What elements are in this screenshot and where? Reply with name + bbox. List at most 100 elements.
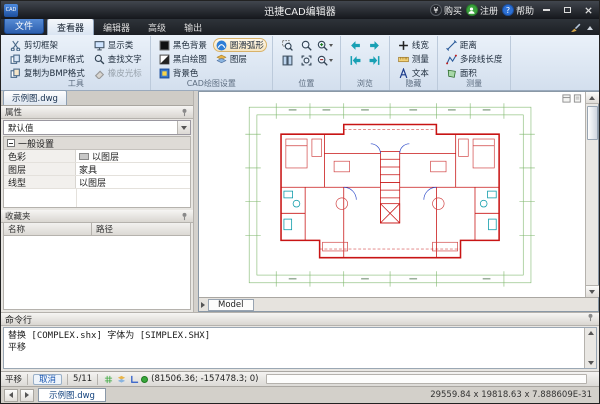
tab-scroll-icon[interactable]: [201, 302, 205, 308]
zoom-extents-button[interactable]: [297, 53, 316, 68]
model-tab[interactable]: Model: [208, 299, 254, 311]
property-row-layer[interactable]: 图层 家具: [4, 163, 190, 176]
pin-icon[interactable]: [586, 313, 595, 322]
command-output[interactable]: 替换 [COMPLEX.shx] 字体为 [SIMPLEX.SHX] 平移: [3, 327, 597, 369]
zoom-dynamic-icon: [301, 40, 312, 51]
copy-emf-button[interactable]: 复制为EMF格式: [7, 52, 88, 66]
close-button[interactable]: [580, 4, 597, 17]
layers-status-button[interactable]: [116, 374, 127, 385]
zoom-dynamic-button[interactable]: [297, 38, 316, 53]
favorites-list[interactable]: [3, 236, 191, 310]
find-text-button[interactable]: 查找文字: [91, 52, 145, 66]
first-view-button[interactable]: [346, 53, 365, 68]
tab-output[interactable]: 输出: [175, 19, 211, 35]
find-text-label: 查找文字: [108, 53, 142, 65]
zoom-window-button[interactable]: [278, 38, 297, 53]
ribbon-group-position: 位置: [273, 36, 341, 90]
maximize-button[interactable]: [559, 4, 576, 17]
smooth-arc-toggle[interactable]: 圆滑弧形: [213, 38, 267, 52]
display-icon: [94, 40, 105, 51]
prev-view-button[interactable]: [346, 38, 365, 53]
next-view-button[interactable]: [365, 38, 384, 53]
copy-emf-icon: [10, 54, 21, 65]
bg-color-icon: [159, 68, 170, 79]
zoom-extents-icon: [301, 55, 312, 66]
ribbon-group-browse: 浏览: [341, 36, 390, 90]
preset-dropdown-button[interactable]: [177, 121, 190, 134]
property-section-row[interactable]: 一般设置: [4, 137, 190, 150]
tab-advanced[interactable]: 高级: [139, 19, 175, 35]
zoom-in-button[interactable]: [316, 38, 335, 53]
prev-tab-button[interactable]: [4, 389, 18, 402]
layout-icon[interactable]: [562, 94, 571, 103]
pin-icon[interactable]: [180, 212, 189, 221]
measure-toggle[interactable]: 测量: [395, 52, 432, 66]
black-bg-button[interactable]: 黑色背景: [156, 38, 210, 52]
pin-icon[interactable]: [180, 108, 189, 117]
eraser-icon: [94, 68, 105, 79]
arrow-left-icon: [9, 392, 13, 398]
bw-draw-icon: [159, 54, 170, 65]
grid-toggle-button[interactable]: [103, 374, 114, 385]
polyline-length-button[interactable]: 多段线长度: [443, 52, 506, 66]
last-view-button[interactable]: [365, 53, 384, 68]
black-bg-label: 黑色背景: [173, 39, 207, 51]
bw-draw-button[interactable]: 黑白绘图: [156, 52, 210, 66]
minimize-button[interactable]: [538, 4, 555, 17]
brush-icon[interactable]: [570, 22, 581, 33]
display-class-button[interactable]: 显示类: [91, 38, 145, 52]
zoom-out-button[interactable]: [316, 53, 335, 68]
lineweight-toggle[interactable]: 线宽: [395, 38, 432, 52]
last-view-icon: [369, 55, 380, 66]
register-label: 注册: [480, 4, 498, 17]
favorites-col-path[interactable]: 路径: [92, 223, 117, 235]
buy-button[interactable]: ¥ 购买: [430, 4, 462, 17]
next-tab-button[interactable]: [20, 389, 34, 402]
area-icon: [446, 68, 457, 79]
collapse-ribbon-icon[interactable]: [587, 26, 593, 30]
cancel-button[interactable]: 取消: [33, 374, 62, 385]
command-panel: 命令行 替换 [COMPLEX.shx] 字体为 [SIMPLEX.SHX] 平…: [1, 312, 599, 371]
help-button[interactable]: ? 帮助: [502, 4, 534, 17]
property-value: 以图层: [92, 150, 119, 163]
tab-editor[interactable]: 编辑器: [94, 19, 139, 35]
find-text-icon: [94, 54, 105, 65]
draw-region[interactable]: [199, 92, 585, 297]
doc-tab-bar: 示例图.dwg: [1, 91, 193, 106]
clip-frame-button[interactable]: 剪切框架: [7, 38, 88, 52]
command-scrollbar[interactable]: [584, 328, 596, 368]
app-logo-icon[interactable]: CAD: [4, 4, 18, 17]
page-indicator: 5/11: [73, 374, 92, 384]
favorites-col-name[interactable]: 名称: [4, 223, 92, 235]
group-label-draw-settings: CAD绘图设置: [151, 78, 272, 89]
doc-tab[interactable]: 示例图.dwg: [3, 90, 67, 105]
register-button[interactable]: 注册: [466, 4, 498, 17]
file-tab-active[interactable]: 示例图.dwg: [38, 388, 106, 402]
scroll-down-button[interactable]: [586, 285, 599, 297]
scroll-up-button[interactable]: [588, 328, 594, 338]
vertical-scrollbar[interactable]: [585, 92, 598, 297]
scroll-thumb[interactable]: [587, 106, 598, 140]
scroll-down-button[interactable]: [588, 358, 594, 368]
group-label-browse: 浏览: [341, 78, 389, 89]
property-row-linetype[interactable]: 线型 以图层: [4, 176, 190, 189]
tab-viewer[interactable]: 查看器: [47, 18, 94, 35]
sheet-icon[interactable]: [573, 94, 582, 103]
scroll-up-button[interactable]: [586, 92, 599, 104]
collapse-icon[interactable]: [7, 139, 15, 147]
preset-dropdown[interactable]: 默认值: [3, 120, 191, 135]
drawing-canvas[interactable]: Model: [198, 91, 599, 312]
color-swatch: [79, 153, 89, 160]
arrow-down-icon: [588, 361, 594, 365]
left-panel: 示例图.dwg 属性 默认值 一般设置 色彩: [1, 91, 194, 312]
ortho-toggle-button[interactable]: [129, 374, 140, 385]
tile-view-button[interactable]: [278, 53, 297, 68]
layers-button[interactable]: 图层: [213, 52, 267, 66]
property-row-color[interactable]: 色彩 以图层: [4, 150, 190, 163]
command-header: 命令行: [1, 313, 599, 326]
copy-bmp-icon: [10, 68, 21, 79]
file-menu-button[interactable]: 文件: [4, 17, 44, 34]
layers-icon: [216, 54, 227, 65]
menu-tab-bar: 文件 查看器 编辑器 高级 输出: [1, 19, 599, 35]
distance-button[interactable]: 距离: [443, 38, 506, 52]
